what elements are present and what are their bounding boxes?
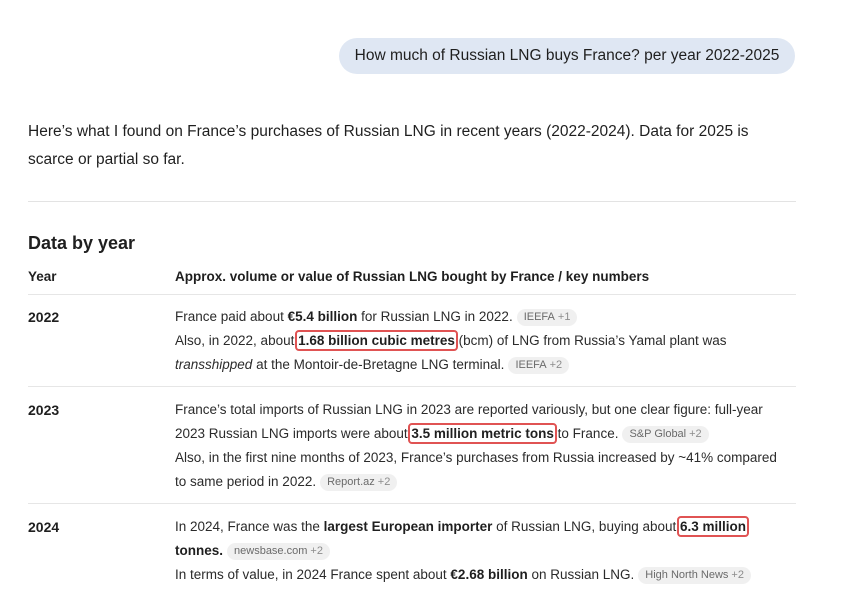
table-row-year-2023: 2023 — [28, 402, 60, 418]
row-2023-line-3: Also, in the first nine months of 2023, … — [175, 450, 777, 465]
row-2023-line-1: France’s total imports of Russian LNG in… — [175, 402, 763, 417]
user-message-bubble: How much of Russian LNG buys France? per… — [339, 38, 795, 74]
assistant-intro: Here’s what I found on France’s purchase… — [28, 118, 798, 174]
chat-page: How much of Russian LNG buys France? per… — [0, 0, 844, 611]
section-divider — [28, 201, 796, 202]
row-2023-line-4: to same period in 2022. Report.az +2 — [175, 470, 800, 494]
section-title: Data by year — [28, 233, 136, 253]
citation-chip-high-north-news[interactable]: High North News +2 — [638, 567, 751, 584]
column-header-description: Approx. volume or value of Russian LNG b… — [175, 269, 650, 284]
citation-chip-report-az[interactable]: Report.az +2 — [320, 474, 398, 491]
citation-chip-sp-global[interactable]: S&P Global +2 — [622, 426, 709, 443]
highlighted-figure: 1.68 billion cubic metres — [295, 330, 458, 351]
row-2024-line-3: In terms of value, in 2024 France spent … — [175, 563, 800, 587]
citation-chip-newsbase[interactable]: newsbase.com +2 — [227, 543, 330, 560]
table-row-description-2024: In 2024, France was the largest European… — [175, 515, 800, 587]
row-2022-line-1: France paid about €5.4 billion for Russi… — [175, 305, 800, 329]
table-row-divider — [28, 386, 796, 387]
citation-chip-ieefa[interactable]: IEEFA +2 — [508, 357, 570, 374]
row-2022-line-2: Also, in 2022, about 1.68 billion cubic … — [175, 330, 727, 351]
row-2023-line-2: 2023 Russian LNG imports were about 3.5 … — [175, 422, 800, 446]
table-row-divider — [28, 503, 796, 504]
table-header-divider — [28, 294, 796, 295]
intro-line-1: Here’s what I found on France’s purchase… — [28, 123, 749, 140]
user-message-text: How much of Russian LNG buys France? per… — [354, 47, 780, 64]
table-row-description-2023: France’s total imports of Russian LNG in… — [175, 398, 800, 494]
highlighted-figure: 6.3 million — [676, 516, 750, 537]
intro-line-2: scarce or partial so far. — [28, 151, 185, 168]
column-header-year: Year — [28, 269, 57, 284]
table-row-description-2022: France paid about €5.4 billion for Russi… — [175, 305, 800, 377]
table-row-year-2024: 2024 — [28, 519, 60, 535]
table-row-year-2022: 2022 — [28, 309, 60, 325]
row-2024-line-1: In 2024, France was the largest European… — [175, 516, 750, 537]
citation-chip-ieefa[interactable]: IEEFA +1 — [516, 309, 578, 326]
highlighted-figure: 3.5 million metric tons — [408, 423, 557, 444]
row-2024-line-2: tonnes. newsbase.com +2 — [175, 539, 800, 563]
row-2022-line-3: transshipped at the Montoir-de-Bretagne … — [175, 353, 800, 377]
